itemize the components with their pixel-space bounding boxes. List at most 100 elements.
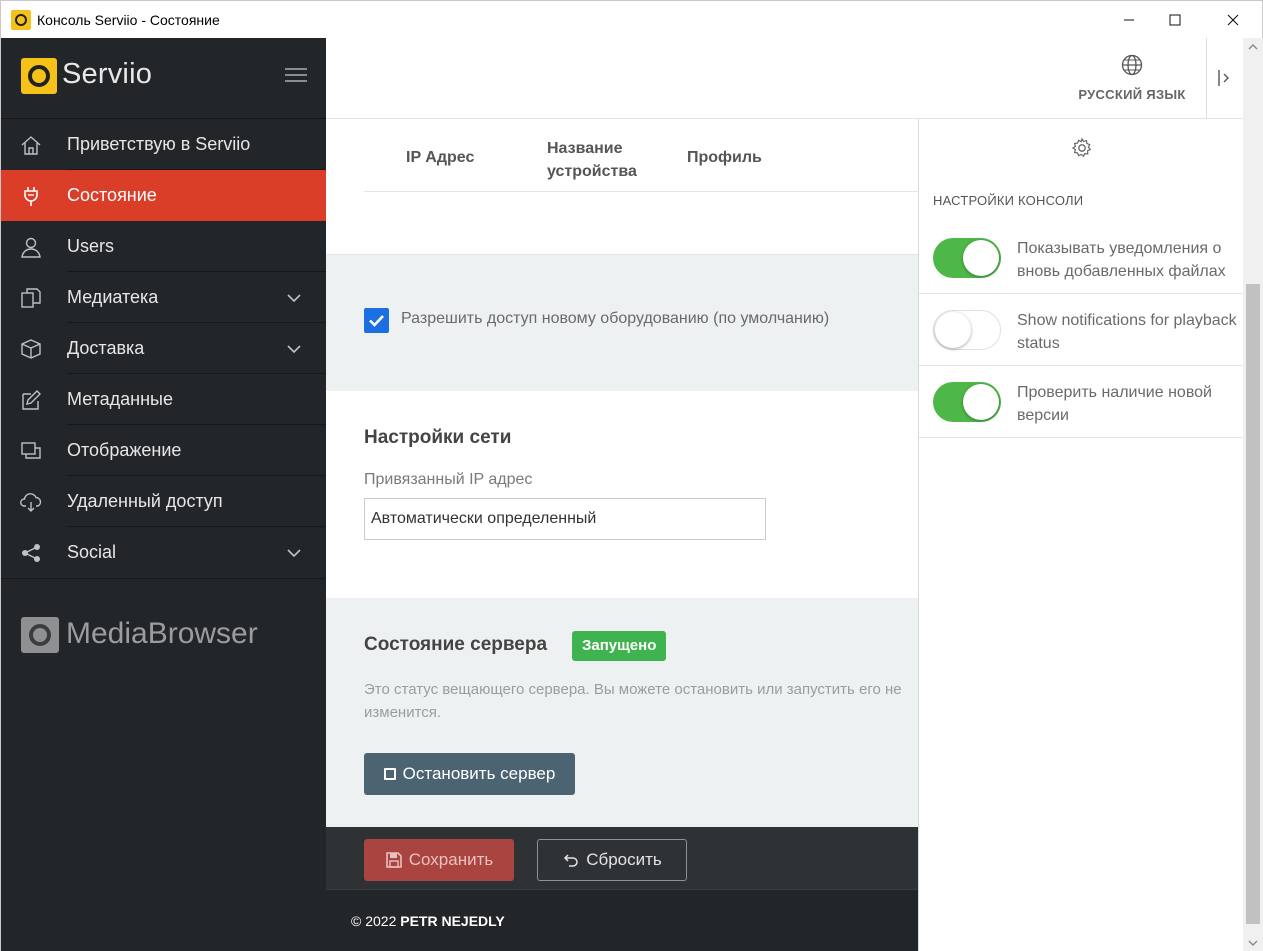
devices-table-header: IP Адрес Название устройства Профиль bbox=[364, 119, 918, 192]
window-titlebar: Консоль Serviio - Состояние bbox=[0, 0, 1263, 38]
copyright-text: © 2022 PETR NEJEDLY bbox=[351, 913, 505, 929]
mediabrowser-logo-text: MediaBrowser bbox=[66, 617, 258, 650]
sidebar-item-social[interactable]: Social bbox=[1, 527, 326, 578]
console-settings-panel: НАСТРОЙКИ КОНСОЛИ Показывать уведомления… bbox=[918, 119, 1244, 951]
sidebar-item-label: Social bbox=[67, 542, 117, 562]
network-section bbox=[326, 391, 918, 598]
language-selector[interactable]: РУССКИЙ ЯЗЫК bbox=[1072, 54, 1192, 102]
setting-playback-notifications: Show notifications for playback status bbox=[919, 294, 1244, 366]
cloud-icon bbox=[19, 490, 43, 514]
sidebar-item-library[interactable]: Медиатека bbox=[1, 272, 326, 323]
stop-server-button[interactable]: Остановить сервер bbox=[364, 753, 575, 795]
server-status-description: Это статус вещающего сервера. Вы можете … bbox=[364, 681, 902, 721]
minimize-button[interactable] bbox=[1106, 1, 1152, 39]
server-status-title: Состояние сервера bbox=[364, 634, 548, 655]
console-settings-heading: НАСТРОЙКИ КОНСОЛИ bbox=[933, 193, 1084, 208]
playback-notifications-toggle[interactable] bbox=[933, 310, 1001, 350]
user-icon bbox=[19, 235, 43, 259]
scroll-thumb[interactable] bbox=[1246, 284, 1260, 924]
topbar-divider bbox=[1206, 38, 1207, 119]
sidebar-item-label: Отображение bbox=[67, 440, 182, 460]
gear-icon bbox=[1071, 137, 1093, 159]
network-settings-title: Настройки сети bbox=[364, 427, 512, 448]
column-device-name[interactable]: Название устройства bbox=[547, 137, 657, 183]
mediabrowser-logo[interactable]: MediaBrowser bbox=[21, 617, 261, 657]
sidebar-item-label: Медиатека bbox=[67, 287, 159, 307]
allow-new-devices-label: Разрешить доступ новому оборудованию (по… bbox=[401, 310, 830, 327]
sidebar-divider bbox=[1, 578, 326, 579]
sidebar-item-label: Приветствую в Serviio bbox=[67, 134, 251, 154]
column-profile[interactable]: Профиль bbox=[687, 149, 762, 167]
sidebar-item-status[interactable]: Состояние bbox=[1, 170, 326, 221]
close-icon bbox=[1227, 14, 1239, 26]
mediabrowser-logo-icon bbox=[21, 617, 59, 653]
sidebar: Serviio Приветствую в Serviio Состояние … bbox=[0, 38, 326, 951]
collapse-panel-button[interactable] bbox=[1214, 68, 1234, 88]
maximize-button[interactable] bbox=[1152, 1, 1198, 39]
share-icon bbox=[19, 541, 43, 565]
scroll-up-button[interactable] bbox=[1243, 38, 1263, 55]
floppy-icon bbox=[385, 852, 402, 868]
globe-icon bbox=[1121, 54, 1143, 76]
home-icon bbox=[19, 133, 43, 157]
new-files-notifications-toggle[interactable] bbox=[933, 238, 1001, 278]
checkmark-icon bbox=[369, 315, 384, 327]
sidebar-item-delivery[interactable]: Доставка bbox=[1, 323, 326, 374]
sidebar-item-users[interactable]: Users bbox=[1, 221, 326, 272]
minimize-icon bbox=[1124, 19, 1134, 21]
sidebar-item-label: Состояние bbox=[67, 185, 157, 205]
plug-icon bbox=[19, 184, 43, 208]
status-badge: Запущено bbox=[572, 631, 667, 661]
maximize-icon bbox=[1169, 14, 1181, 26]
save-label: Сохранить bbox=[408, 850, 494, 869]
setting-new-files-notifications: Показывать уведомления о вновь добавленн… bbox=[919, 222, 1244, 294]
setting-label: Показывать уведомления о вновь добавленн… bbox=[1017, 240, 1226, 280]
vertical-scrollbar[interactable] bbox=[1243, 38, 1263, 951]
library-icon bbox=[19, 286, 43, 310]
chevron-down-icon bbox=[287, 294, 301, 303]
devices-section: IP Адрес Название устройства Профиль bbox=[326, 119, 918, 254]
arrow-down-icon bbox=[1248, 940, 1258, 946]
box-icon bbox=[19, 337, 43, 361]
sidebar-item-label: Доставка bbox=[67, 338, 145, 358]
sidebar-item-metadata[interactable]: Метаданные bbox=[1, 374, 326, 425]
setting-label: Show notifications for playback status bbox=[1017, 312, 1237, 352]
display-icon bbox=[19, 439, 43, 463]
column-ip[interactable]: IP Адрес bbox=[406, 149, 474, 167]
edit-icon bbox=[19, 388, 43, 412]
chevron-down-icon bbox=[287, 549, 301, 558]
undo-icon bbox=[564, 854, 578, 867]
sidebar-item-label: Удаленный доступ bbox=[67, 491, 223, 511]
top-bar: РУССКИЙ ЯЗЫК bbox=[326, 38, 1243, 119]
scroll-down-button[interactable] bbox=[1243, 934, 1263, 951]
main-content: IP Адрес Название устройства Профиль Раз… bbox=[326, 119, 918, 951]
sidebar-item-welcome[interactable]: Приветствую в Serviio bbox=[1, 119, 326, 170]
sidebar-item-display[interactable]: Отображение bbox=[1, 425, 326, 476]
reset-button[interactable]: Сбросить bbox=[537, 839, 687, 881]
arrow-up-icon bbox=[1248, 43, 1258, 49]
sidebar-item-label: Метаданные bbox=[67, 389, 174, 409]
sidebar-item-remote-access[interactable]: Удаленный доступ bbox=[1, 476, 326, 527]
menu-toggle-icon[interactable] bbox=[285, 68, 307, 84]
bound-ip-input[interactable] bbox=[364, 498, 766, 540]
save-button[interactable]: Сохранить bbox=[364, 839, 514, 881]
bound-ip-label: Привязанный IP адрес bbox=[364, 471, 533, 488]
sidebar-header: Serviio bbox=[1, 38, 326, 119]
check-updates-toggle[interactable] bbox=[933, 382, 1001, 422]
allow-new-devices-checkbox[interactable] bbox=[364, 308, 389, 333]
app-icon bbox=[11, 10, 31, 30]
close-button[interactable] bbox=[1210, 1, 1256, 39]
serviio-logo-icon bbox=[21, 58, 57, 94]
setting-label: Проверить наличие новой версии bbox=[1017, 384, 1212, 424]
reset-label: Сбросить bbox=[586, 850, 662, 869]
collapse-panel-icon bbox=[1218, 70, 1229, 86]
chevron-down-icon bbox=[287, 345, 301, 354]
action-bar: Сохранить Сбросить bbox=[326, 827, 918, 889]
stop-server-label: Остановить сервер bbox=[402, 764, 556, 783]
stop-icon bbox=[383, 768, 396, 780]
sidebar-item-label: Users bbox=[67, 236, 115, 256]
language-label: РУССКИЙ ЯЗЫК bbox=[1078, 87, 1186, 102]
serviio-logo-text: Serviio bbox=[62, 58, 153, 90]
footer: © 2022 PETR NEJEDLY bbox=[326, 889, 918, 951]
setting-check-updates: Проверить наличие новой версии bbox=[919, 366, 1244, 438]
